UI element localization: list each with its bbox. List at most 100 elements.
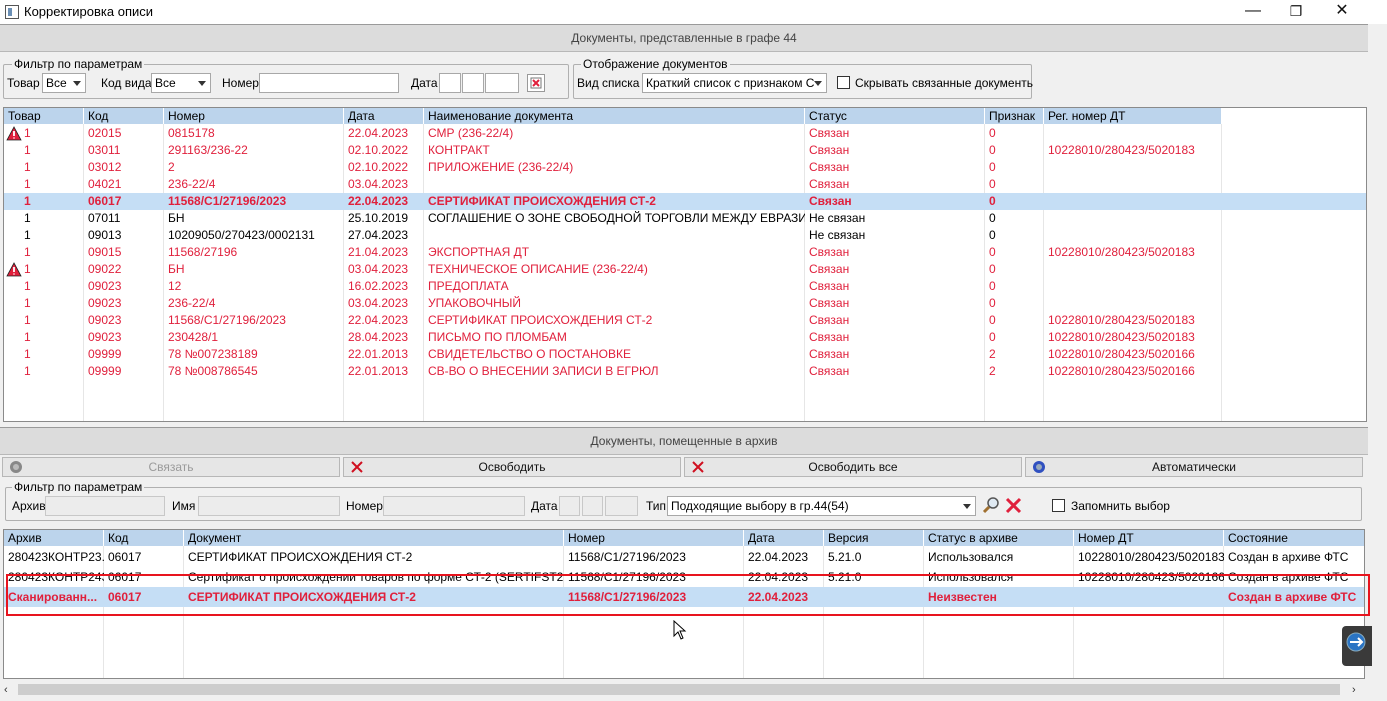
restore-button[interactable]: ❐ <box>1273 0 1319 24</box>
scroll-left-arrow-icon[interactable]: ‹ <box>4 684 8 696</box>
table-row[interactable]: 280423КОНТР23... 06017 СЕРТИФИКАТ ПРОИСХОЖ… <box>4 547 1364 567</box>
table-cell: ТЕХНИЧЕСКОЕ ОПИСАНИЕ (236-22/4) <box>428 262 648 276</box>
top_panel-header-0[interactable]: Товар <box>4 108 84 124</box>
table-row[interactable]: 1 09023 12 16.02.2023 ПРЕДОПЛАТА Связан 0 <box>4 278 1366 295</box>
nomer-label: Номер <box>222 76 259 90</box>
bottom_panel-header-3[interactable]: Номер <box>564 530 744 546</box>
date-day-input[interactable] <box>439 73 461 93</box>
top_panel-header-1[interactable]: Код <box>84 108 164 124</box>
table-cell: 1 <box>24 211 31 225</box>
table-row[interactable]: 1 09013 10209050/270423/0002131 27.04.2023 Н… <box>4 227 1366 244</box>
table-row[interactable]: 1 09015 11568/27196 21.04.2023 ЭКСПОРТНАЯ ДТ… <box>4 244 1366 261</box>
top_panel-header-3[interactable]: Дата <box>344 108 424 124</box>
table-row[interactable]: 1 09022 БН 03.04.2023 ТЕХНИЧЕСКОЕ ОПИСАНИЕ (… <box>4 261 1366 278</box>
table-cell: 1 <box>24 279 31 293</box>
clear-date-button[interactable] <box>527 74 545 92</box>
type-select[interactable]: Подходящие выбору в гр.44(54) <box>667 496 976 516</box>
type-label: Тип <box>646 499 667 513</box>
table-cell <box>1044 210 1222 227</box>
table-row[interactable]: 1 03012 2 02.10.2022 ПРИЛОЖЕНИЕ (236-22/4) Св… <box>4 159 1366 176</box>
table-row[interactable]: 1 09023 11568/C1/27196/2023 22.04.2023 СЕРТИ… <box>4 312 1366 329</box>
nomer-input[interactable] <box>259 73 399 93</box>
tovar-label: Товар <box>7 76 40 90</box>
table-row[interactable]: 1 06017 11568/C1/27196/2023 22.04.2023 СЕРТИ… <box>4 193 1366 210</box>
warning-icon <box>6 262 22 277</box>
date-year-input[interactable] <box>485 73 519 93</box>
table-cell: 22.01.2013 <box>348 347 409 361</box>
mouse-cursor-icon <box>673 620 687 640</box>
tovar-select[interactable]: Все <box>42 73 86 93</box>
table-cell <box>424 227 805 244</box>
table-row[interactable]: 1 07011 БН 25.10.2019 СОГЛАШЕНИЕ О ЗОНЕ СВОБ… <box>4 210 1366 227</box>
side-panel-tab[interactable] <box>1342 626 1372 666</box>
clear-filter-button[interactable] <box>1004 496 1023 515</box>
search-button[interactable] <box>982 496 1001 515</box>
bottom_panel-header-0[interactable]: Архив <box>4 530 104 546</box>
free-all-button[interactable]: Освободить все <box>684 457 1022 477</box>
table-row[interactable]: 1 02015 0815178 22.04.2023 СМР (236-22/4) Свя… <box>4 125 1366 142</box>
top_panel-header-6[interactable]: Признак <box>985 108 1044 124</box>
table-cell: 2 <box>168 160 175 174</box>
table-cell: 1 <box>24 228 31 242</box>
vid-select[interactable]: Краткий список с признаком С <box>642 73 827 93</box>
archive-date-day[interactable] <box>559 496 580 516</box>
table-cell: СЕРТИФИКАТ ПРОИСХОЖДЕНИЯ СТ-2 <box>428 313 653 327</box>
table-cell: 09022 <box>88 262 122 276</box>
table-cell: 10228010/280423/5020183 <box>1048 245 1195 259</box>
table-cell: ПИСЬМО ПО ПЛОМБАМ <box>428 330 567 344</box>
table-cell: Связан <box>809 330 850 344</box>
table-row[interactable]: 1 09999 78 №007238189 22.01.2013 СВИДЕТЕЛЬСТ… <box>4 346 1366 363</box>
remote-icon <box>1346 632 1366 652</box>
free-button[interactable]: Освободить <box>343 457 681 477</box>
warning-icon <box>6 126 22 141</box>
top_panel-header-5[interactable]: Статус <box>805 108 985 124</box>
archive-nomer-input[interactable] <box>383 496 525 516</box>
bottom_panel-header-4[interactable]: Дата <box>744 530 824 546</box>
table-row[interactable]: 1 03011 291163/236-22 02.10.2022 КОНТРАКТ Свя… <box>4 142 1366 159</box>
table-cell: 0 <box>989 262 996 276</box>
table-cell: 1 <box>24 160 31 174</box>
bottom_panel-header-2[interactable]: Документ <box>184 530 564 546</box>
scroll-right-arrow-icon[interactable]: › <box>1352 684 1356 696</box>
table-cell: СВ-ВО О ВНЕСЕНИИ ЗАПИСИ В ЕГРЮЛ <box>428 364 659 378</box>
minimize-button[interactable]: — <box>1230 0 1276 24</box>
table-cell <box>1044 176 1222 193</box>
table-row[interactable]: 1 09023 236-22/4 03.04.2023 УПАКОВОЧНЫЙ Связа… <box>4 295 1366 312</box>
table-cell: Использовался <box>928 550 1014 564</box>
archive-date-month[interactable] <box>582 496 603 516</box>
date-month-input[interactable] <box>462 73 484 93</box>
table-cell: 0 <box>989 330 996 344</box>
archive-date-year[interactable] <box>605 496 638 516</box>
hide-linked-checkbox[interactable] <box>837 76 850 89</box>
top_panel-header-7[interactable]: Рег. номер ДТ <box>1044 108 1222 124</box>
remember-label: Запомнить выбор <box>1071 499 1170 513</box>
link-button[interactable]: Связать <box>2 457 340 477</box>
remember-checkbox[interactable] <box>1052 499 1065 512</box>
table-cell: 25.10.2019 <box>348 211 409 225</box>
top_panel-header-2[interactable]: Номер <box>164 108 344 124</box>
name-input[interactable] <box>198 496 340 516</box>
archive-input[interactable] <box>45 496 165 516</box>
table-row[interactable]: 1 09023 230428/1 28.04.2023 ПИСЬМО ПО ПЛОМБА… <box>4 329 1366 346</box>
link-button-label: Связать <box>148 460 194 474</box>
table-cell: 10228010/280423/5020183 <box>1048 330 1195 344</box>
kod-select[interactable]: Все <box>151 73 211 93</box>
top_panel-header-4[interactable]: Наименование документа <box>424 108 805 124</box>
table-row[interactable]: 1 09999 78 №008786545 22.01.2013 СВ-ВО О ВНЕ… <box>4 363 1366 380</box>
archive-data-label: Дата <box>531 499 558 513</box>
bottom_panel-header-5[interactable]: Версия <box>824 530 924 546</box>
horizontal-scrollbar[interactable]: ‹ › <box>0 681 1366 698</box>
auto-button[interactable]: Автоматически <box>1025 457 1363 477</box>
table-cell: Не связан <box>809 211 866 225</box>
bottom_panel-header-7[interactable]: Номер ДТ <box>1074 530 1224 546</box>
table-cell: 78 №008786545 <box>168 364 258 378</box>
bottom_panel-header-6[interactable]: Статус в архиве <box>924 530 1074 546</box>
table-cell: ПРЕДОПЛАТА <box>428 279 509 293</box>
table-cell: 0 <box>989 296 996 310</box>
close-button[interactable]: ✕ <box>1319 0 1365 24</box>
table-cell: 10209050/270423/0002131 <box>168 228 315 242</box>
scrollbar-thumb[interactable] <box>18 684 1340 695</box>
table-row[interactable]: 1 04021 236-22/4 03.04.2023 Связан 0 <box>4 176 1366 193</box>
bottom_panel-header-1[interactable]: Код <box>104 530 184 546</box>
bottom_panel-header-8[interactable]: Состояние <box>1224 530 1364 546</box>
